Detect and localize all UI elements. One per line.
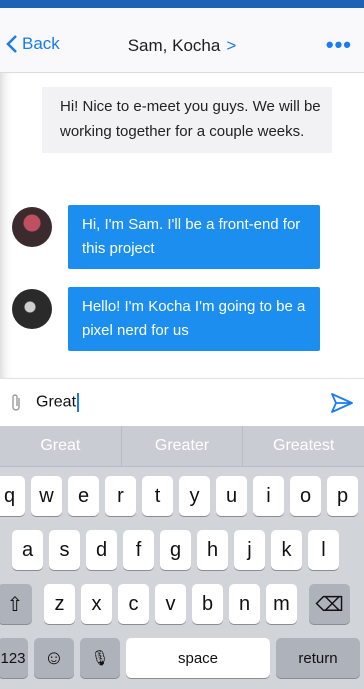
conversation-title[interactable]: Sam, Kocha > [0,36,364,56]
key[interactable]: h [197,530,228,570]
key[interactable]: y [179,476,210,516]
suggestion-item[interactable]: Greatest [243,426,364,466]
return-key[interactable]: return [276,638,360,678]
suggestion-bar: Great Greater Greatest [0,426,364,467]
message-list[interactable]: Hi! Nice to e-meet you guys. We will be … [0,73,364,378]
status-bar [0,0,364,8]
kocha-avatar[interactable] [12,289,52,329]
key[interactable]: f [123,530,154,570]
text-cursor [77,393,80,412]
microphone-icon[interactable]: 🎙 [80,638,120,678]
numbers-key[interactable]: 123 [0,638,28,678]
composer-bar: Great [0,378,364,427]
send-icon[interactable] [330,392,354,414]
suggestion-item[interactable]: Great [0,426,122,466]
message-input[interactable]: Great [36,393,80,412]
key[interactable]: q [0,476,25,516]
suggestion-item[interactable]: Greater [122,426,244,466]
key[interactable]: t [142,476,173,516]
key[interactable]: p [327,476,358,516]
key[interactable]: e [68,476,99,516]
key[interactable]: a [12,530,43,570]
title-text: Sam, Kocha [127,36,221,55]
navigation-bar: Back Sam, Kocha > ••• [0,8,364,73]
message-bubble-outgoing: Hi! Nice to e-meet you guys. We will be … [42,87,332,153]
more-options-button[interactable]: ••• [326,32,352,58]
chevron-right-icon: > [226,36,237,55]
space-key[interactable]: space [126,638,270,678]
key[interactable]: w [31,476,62,516]
key[interactable]: u [216,476,247,516]
key[interactable]: n [229,584,260,624]
keyboard-row-1: q w e r t y u i o p [0,476,358,516]
key[interactable]: v [155,584,186,624]
key[interactable]: l [308,530,339,570]
message-row: Hi, I'm Sam. I'll be a front-end for thi… [12,205,320,269]
key[interactable]: s [49,530,80,570]
key[interactable]: i [253,476,284,516]
keyboard: Great Greater Greatest q w e r t y u i o… [0,426,364,689]
key[interactable]: m [266,584,297,624]
keyboard-row-4: 123 ☺ 🎙 space return [0,638,360,678]
emoji-icon[interactable]: ☺ [34,638,74,678]
key[interactable]: j [234,530,265,570]
message-row: Hello! I'm Kocha I'm going to be a pixel… [12,287,320,351]
message-input-value: Great [36,393,77,411]
key[interactable]: k [271,530,302,570]
paperclip-icon[interactable] [10,393,24,413]
shift-key[interactable]: ⇧ [0,584,32,624]
key[interactable]: r [105,476,136,516]
message-bubble-incoming: Hello! I'm Kocha I'm going to be a pixel… [68,287,320,351]
message-bubble-incoming: Hi, I'm Sam. I'll be a front-end for thi… [68,205,320,269]
key[interactable]: g [160,530,191,570]
key[interactable]: z [44,584,75,624]
key[interactable]: d [86,530,117,570]
key[interactable]: b [192,584,223,624]
key[interactable]: x [81,584,112,624]
delete-key[interactable]: ⌫ [309,584,350,624]
key[interactable]: o [290,476,321,516]
keyboard-row-2: a s d f g h j k l [12,530,339,570]
keyboard-row-3: ⇧ z x c v b n m ⌫ [0,584,350,624]
key[interactable]: c [118,584,149,624]
sam-avatar[interactable] [12,207,52,247]
